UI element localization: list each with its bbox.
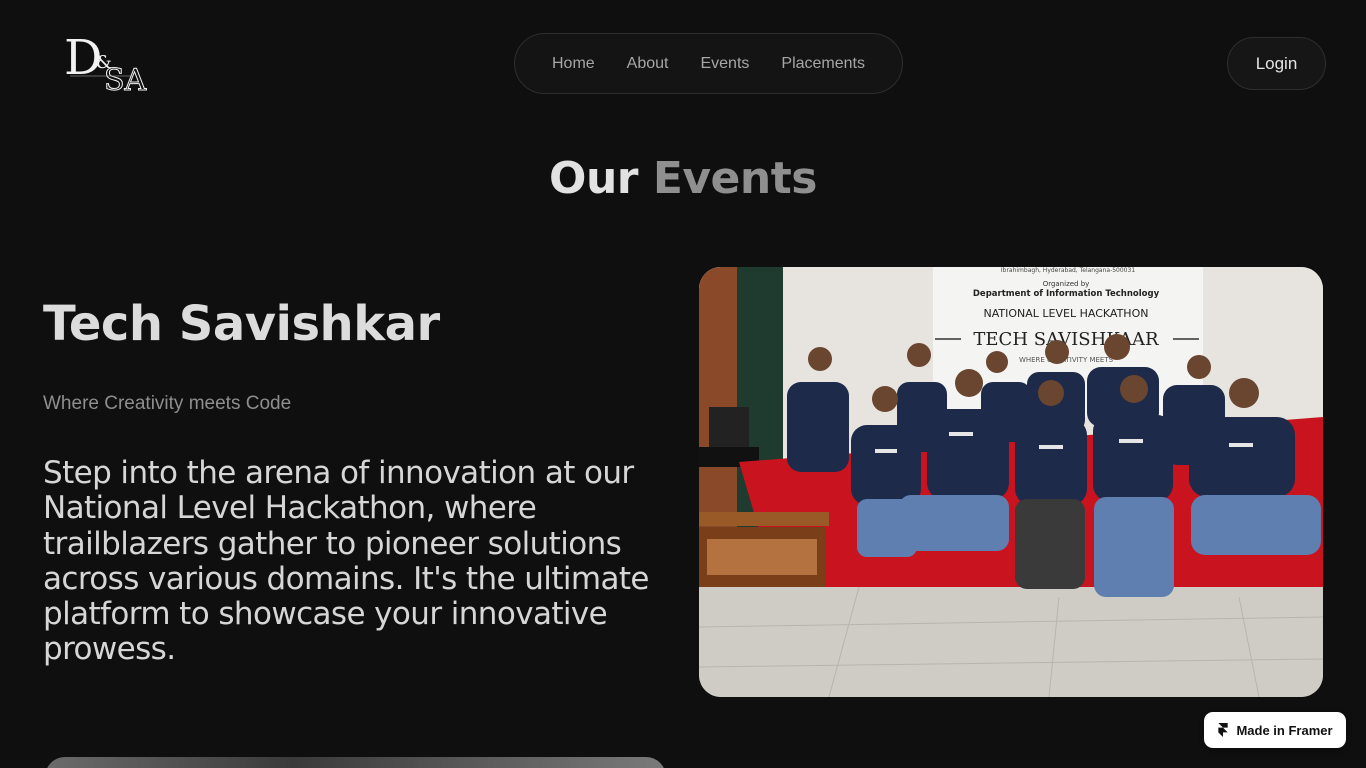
nav-home[interactable]: Home xyxy=(552,55,595,73)
next-event-photo xyxy=(45,757,666,768)
nav-events[interactable]: Events xyxy=(700,55,749,73)
section-title: Our Events xyxy=(0,153,1366,204)
dsa-logo-icon: D & SA xyxy=(64,30,147,99)
event-title: Tech Savishkar xyxy=(43,296,440,352)
made-in-framer-badge[interactable]: Made in Framer xyxy=(1204,712,1346,748)
main-nav: Home About Events Placements xyxy=(514,33,903,94)
banner-hackathon: NATIONAL LEVEL HACKATHON xyxy=(984,307,1149,320)
event-photo-illustration: Ibrahimbagh, Hyderabad, Telangana-500031… xyxy=(699,267,1323,697)
login-button[interactable]: Login xyxy=(1227,37,1326,90)
nav-about[interactable]: About xyxy=(627,55,669,73)
site-logo[interactable]: D & SA xyxy=(62,28,168,99)
logo-letters-sa: SA xyxy=(104,63,147,96)
banner-department: Department of Information Technology xyxy=(973,289,1160,299)
event-description: Step into the arena of innovation at our… xyxy=(43,455,650,668)
framer-icon xyxy=(1218,723,1229,737)
banner-address: Ibrahimbagh, Hyderabad, Telangana-500031 xyxy=(1001,267,1135,274)
event-photo: Ibrahimbagh, Hyderabad, Telangana-500031… xyxy=(699,267,1323,697)
nav-placements[interactable]: Placements xyxy=(781,55,865,73)
made-in-framer-label: Made in Framer xyxy=(1236,722,1333,738)
section-title-part1: Our xyxy=(549,153,638,204)
event-tagline: Where Creativity meets Code xyxy=(43,393,292,414)
banner-organized-by: Organized by xyxy=(1043,280,1090,288)
section-title-part2: Events xyxy=(652,153,818,204)
